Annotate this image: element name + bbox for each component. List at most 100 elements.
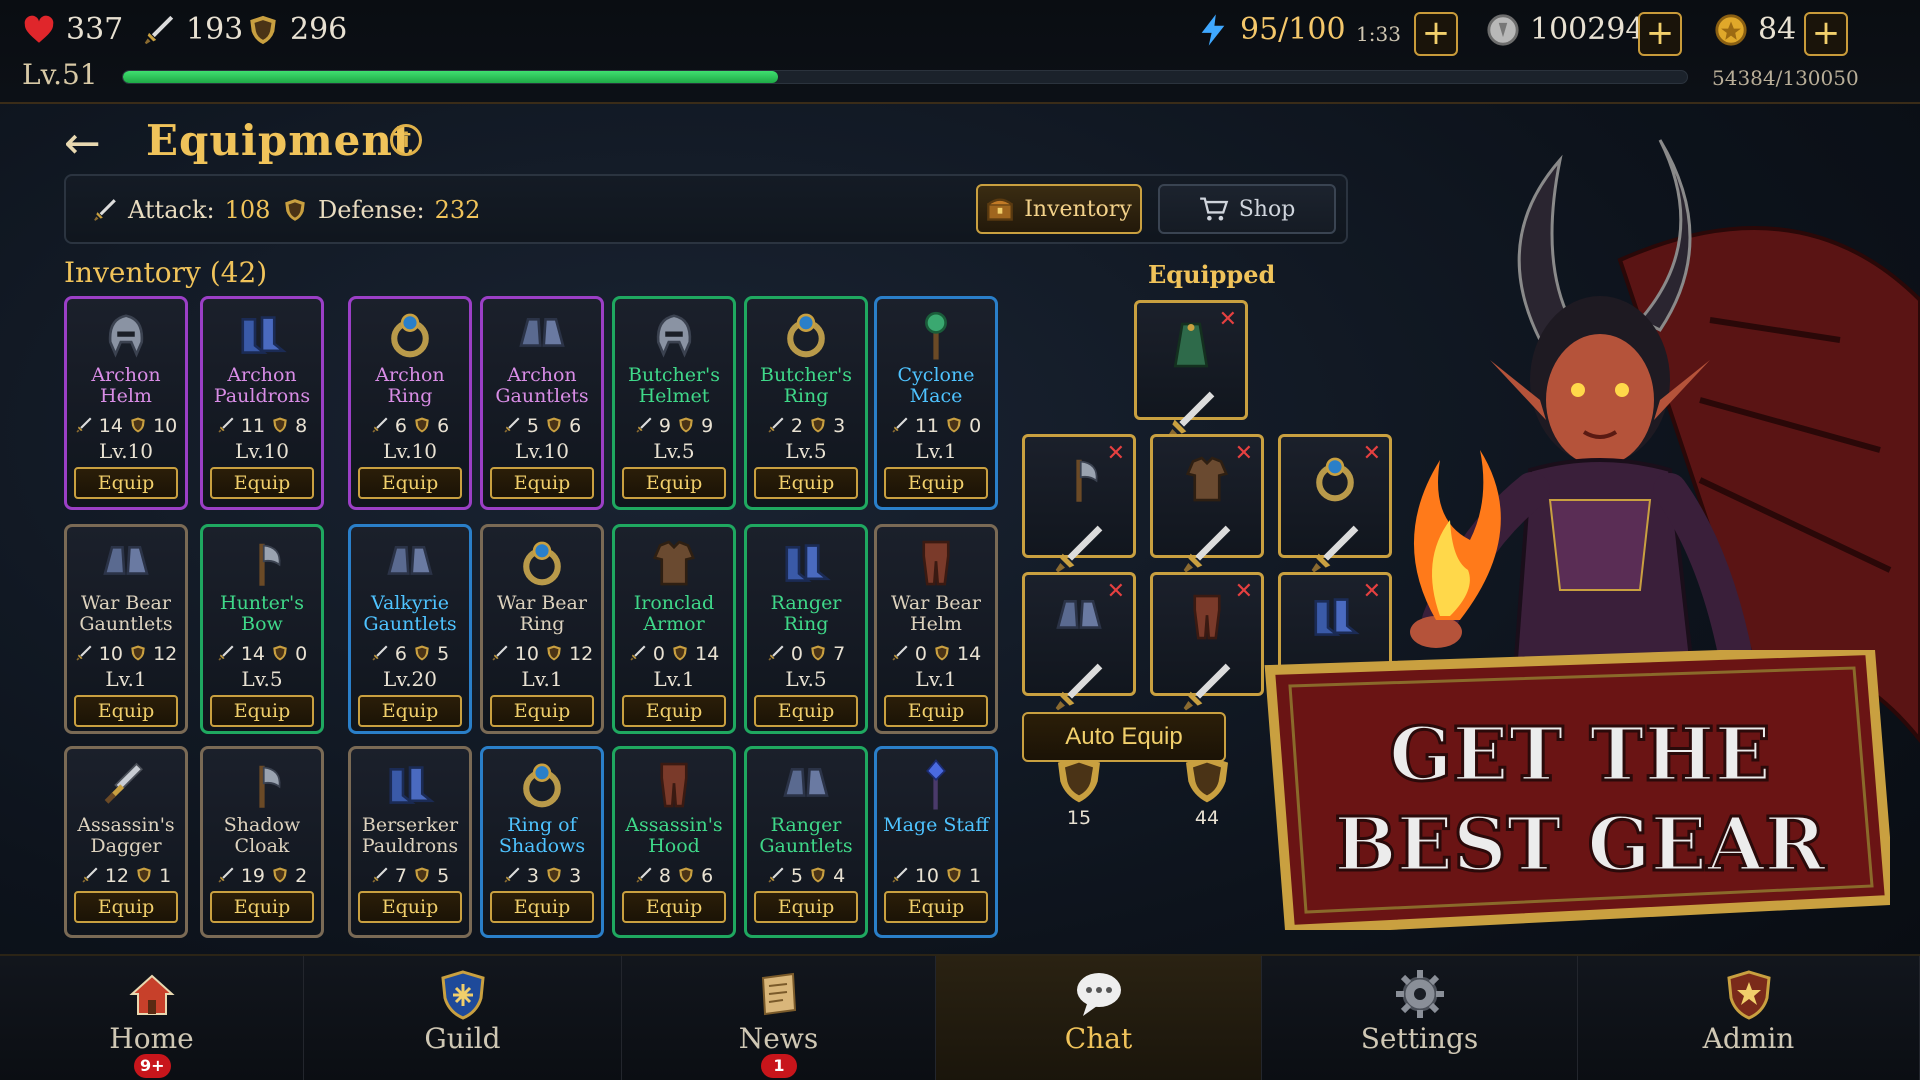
inventory-item-card[interactable]: Archon Helm 14 10 Lv.10 Equip xyxy=(64,296,188,510)
add-gold-button[interactable]: + xyxy=(1804,12,1848,56)
inventory-item-card[interactable]: Archon Gauntlets 5 6 Lv.10 Equip xyxy=(480,296,604,510)
item-stats: 10 12 xyxy=(483,643,601,665)
equip-button[interactable]: Equip xyxy=(884,891,988,923)
item-defense: 7 xyxy=(833,643,846,665)
silver-counter: 100294 xyxy=(1486,12,1645,47)
inventory-item-card[interactable]: Archon Ring 6 6 Lv.10 Equip xyxy=(348,296,472,510)
lightning-icon xyxy=(1196,13,1230,47)
item-stats: 10 12 xyxy=(67,643,185,665)
equip-button[interactable]: Equip xyxy=(622,467,726,499)
nav-admin[interactable]: Admin xyxy=(1578,956,1920,1080)
unequip-icon[interactable]: ✕ xyxy=(1219,307,1237,332)
equip-button[interactable]: Equip xyxy=(884,695,988,727)
promo-line-1: GET THE xyxy=(1389,712,1771,798)
attack-total-value: 108 xyxy=(224,196,271,224)
inventory-item-card[interactable]: Ranger Gauntlets 5 4 Equip xyxy=(744,746,868,938)
item-stats: 14 0 xyxy=(203,643,321,665)
info-icon[interactable]: i xyxy=(390,124,422,156)
equip-button[interactable]: Equip xyxy=(358,695,462,727)
item-attack: 14 xyxy=(240,643,266,665)
inventory-item-card[interactable]: Ring of Shadows 3 3 Equip xyxy=(480,746,604,938)
xp-text: 54384/130050 xyxy=(1712,66,1859,90)
inventory-item-card[interactable]: Berserker Pauldrons 7 5 Equip xyxy=(348,746,472,938)
item-defense: 5 xyxy=(437,865,450,887)
equip-button[interactable]: Equip xyxy=(358,467,462,499)
auto-equip-button[interactable]: Auto Equip xyxy=(1022,712,1226,762)
shield-icon xyxy=(677,416,695,434)
sword-icon xyxy=(92,197,118,223)
shield-icon xyxy=(413,866,431,884)
equip-button[interactable]: Equip xyxy=(210,891,314,923)
equip-button[interactable]: Equip xyxy=(74,467,178,499)
cloak-icon xyxy=(1163,317,1219,373)
equip-button[interactable]: Equip xyxy=(210,467,314,499)
inventory-item-card[interactable]: Butcher's Helmet 9 9 Lv.5 Equip xyxy=(612,296,736,510)
item-attack: 5 xyxy=(526,415,539,437)
inventory-item-card[interactable]: Assassin's Dagger 12 1 Equip xyxy=(64,746,188,938)
equip-button[interactable]: Equip xyxy=(490,467,594,499)
equip-button[interactable]: Equip xyxy=(754,891,858,923)
unequip-icon[interactable]: ✕ xyxy=(1107,441,1125,466)
inventory-item-card[interactable]: Butcher's Ring 2 3 Lv.5 Equip xyxy=(744,296,868,510)
inventory-item-card[interactable]: War Bear Gauntlets 10 12 Lv.1 Equip xyxy=(64,524,188,734)
nav-guild[interactable]: Guild xyxy=(304,956,622,1080)
inventory-item-card[interactable]: Ranger Ring 0 7 Lv.5 Equip xyxy=(744,524,868,734)
equipped-slot[interactable]: ✕ 49 7 xyxy=(1022,434,1136,691)
inventory-item-card[interactable]: Assassin's Hood 8 6 Equip xyxy=(612,746,736,938)
inventory-item-card[interactable]: War Bear Helm 0 14 Lv.1 Equip xyxy=(874,524,998,734)
equip-button[interactable]: Equip xyxy=(74,891,178,923)
legs-icon xyxy=(908,535,964,591)
inventory-item-card[interactable]: Archon Pauldrons 11 8 Lv.10 Equip xyxy=(200,296,324,510)
equip-button[interactable]: Equip xyxy=(884,467,988,499)
inventory-item-card[interactable]: War Bear Ring 10 12 Lv.1 Equip xyxy=(480,524,604,734)
sword-icon xyxy=(767,866,785,884)
equip-button[interactable]: Equip xyxy=(622,695,726,727)
equip-button[interactable]: Equip xyxy=(358,891,462,923)
equip-button[interactable]: Equip xyxy=(74,695,178,727)
equip-button[interactable]: Equip xyxy=(754,467,858,499)
inventory-item-card[interactable]: Cyclone Mace 11 0 Lv.1 Equip xyxy=(874,296,998,510)
inventory-item-card[interactable]: Shadow Cloak 19 2 Equip xyxy=(200,746,324,938)
item-defense: 6 xyxy=(701,865,714,887)
shield-icon xyxy=(677,866,695,884)
boots-icon xyxy=(234,307,290,363)
mace-icon xyxy=(908,307,964,363)
add-silver-button[interactable]: + xyxy=(1638,12,1682,56)
hp-stat: 337 xyxy=(22,12,123,47)
nav-settings[interactable]: Settings xyxy=(1262,956,1578,1080)
equip-button[interactable]: Equip xyxy=(754,695,858,727)
inventory-item-card[interactable]: Hunter's Bow 14 0 Lv.5 Equip xyxy=(200,524,324,734)
silver-coin-icon xyxy=(1486,13,1520,47)
inventory-item-card[interactable]: Valkyrie Gauntlets 6 5 Lv.20 Equip xyxy=(348,524,472,734)
equip-button[interactable]: Equip xyxy=(490,891,594,923)
promo-line-2: BEST GEAR xyxy=(1334,802,1826,888)
attack-label: Attack: xyxy=(128,196,215,224)
shield-icon xyxy=(945,416,963,434)
shield-icon xyxy=(129,644,147,662)
back-button[interactable]: ← xyxy=(64,118,101,169)
unequip-icon[interactable]: ✕ xyxy=(1107,579,1125,604)
equip-button[interactable]: Equip xyxy=(490,695,594,727)
nav-chat[interactable]: Chat xyxy=(936,956,1262,1080)
total-attack: Attack: 108 xyxy=(92,196,270,224)
item-attack: 9 xyxy=(658,415,671,437)
item-attack: 19 xyxy=(240,865,266,887)
notification-badge: 9+ xyxy=(134,1054,171,1078)
equip-button[interactable]: Equip xyxy=(622,891,726,923)
item-stats: 0 14 xyxy=(877,643,995,665)
sword-icon xyxy=(217,416,235,434)
sword-icon xyxy=(891,866,909,884)
nav-news[interactable]: News 1 xyxy=(622,956,936,1080)
inventory-item-card[interactable]: Ironclad Armor 0 14 Lv.1 Equip xyxy=(612,524,736,734)
item-name: Ironclad Armor xyxy=(633,592,715,635)
equipped-slot[interactable]: ✕ 6 42 xyxy=(1134,300,1248,557)
heart-icon xyxy=(22,13,56,47)
add-energy-button[interactable]: + xyxy=(1414,12,1458,56)
equip-button[interactable]: Equip xyxy=(210,695,314,727)
nav-label: Settings xyxy=(1360,1022,1479,1055)
nav-home[interactable]: Home 9+ xyxy=(0,956,304,1080)
tab-inventory[interactable]: Inventory xyxy=(976,184,1142,234)
equipped-slot[interactable]: ✕ 17 15 xyxy=(1022,572,1136,829)
sword-icon xyxy=(635,866,653,884)
inventory-item-card[interactable]: Mage Staff 10 1 Equip xyxy=(874,746,998,938)
